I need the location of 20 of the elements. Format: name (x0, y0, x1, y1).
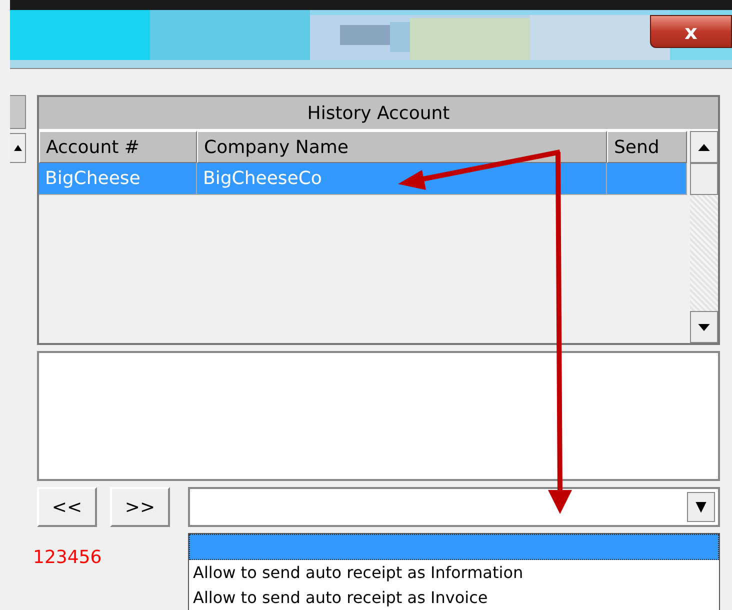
column-header[interactable]: Send (607, 131, 687, 163)
scroll-up-icon[interactable] (690, 131, 718, 163)
dropdown-option[interactable]: Allow to send auto receipt as Invoice (189, 585, 719, 610)
column-header[interactable]: Account # (39, 131, 197, 163)
close-button[interactable]: x (650, 15, 732, 48)
scrollbar[interactable] (690, 131, 718, 343)
status-code: 123456 (33, 546, 102, 568)
scroll-down-icon[interactable] (690, 311, 718, 343)
scroll-up-icon[interactable] (10, 133, 26, 163)
nav-button[interactable]: << (37, 487, 97, 527)
table-header-edge (10, 95, 26, 129)
scroll-thumb[interactable] (690, 163, 718, 195)
nav-button[interactable]: >> (110, 487, 170, 527)
memo-field[interactable] (37, 351, 720, 481)
column-header[interactable]: Company Name (197, 131, 607, 163)
dropdown-option[interactable] (189, 534, 719, 560)
dropdown-option[interactable]: Allow to send auto receipt as Information (189, 560, 719, 585)
table-title: History Account (39, 97, 718, 131)
combo-box[interactable]: ▼ (188, 487, 720, 527)
table-cell: BigCheese (39, 163, 197, 195)
